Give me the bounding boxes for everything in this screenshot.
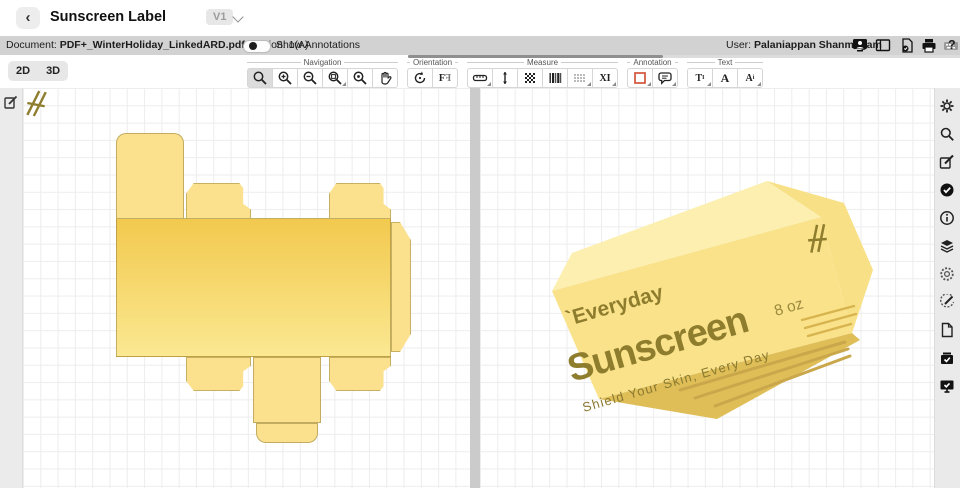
rotate-icon bbox=[414, 71, 426, 84]
dieline-main-band bbox=[116, 218, 391, 357]
show-annotations-label: Show Annotations bbox=[276, 39, 361, 51]
rectangle-annotation-tool[interactable] bbox=[627, 68, 653, 88]
red-rectangle-icon bbox=[634, 72, 646, 84]
render-3d-canvas[interactable]: `Everyday Sunscreen Shield Your Skin, Ev… bbox=[480, 88, 934, 488]
task-approved-icon[interactable] bbox=[939, 350, 955, 366]
braille-dots-icon bbox=[574, 74, 585, 82]
screen-share-icon[interactable] bbox=[852, 38, 868, 53]
group-text: Text TI A Ai bbox=[687, 58, 763, 88]
ruler-measure-tool[interactable] bbox=[467, 68, 493, 88]
zoom-actual-size-tool[interactable] bbox=[347, 68, 373, 88]
dieline-bottom-tuck-c bbox=[256, 423, 318, 443]
ruler-icon bbox=[472, 74, 488, 82]
dieline-2d-canvas[interactable]: 8 oz `Everyday Sunscreen Shield Your Ski… bbox=[23, 88, 470, 488]
zoom-fit-icon bbox=[328, 71, 342, 85]
barcode-measure-tool[interactable] bbox=[542, 68, 568, 88]
edit-annotation-icon[interactable] bbox=[939, 154, 955, 170]
barcode-icon bbox=[549, 73, 562, 83]
monitor-check-icon[interactable] bbox=[939, 378, 955, 394]
info-icon[interactable] bbox=[939, 210, 955, 226]
dieline-glue-flap bbox=[391, 222, 411, 352]
back-button[interactable]: ‹ bbox=[16, 7, 40, 29]
2d-3d-mode-toggle: 2D 3D bbox=[8, 61, 69, 81]
mode-2d-button[interactable]: 2D bbox=[8, 61, 38, 81]
freehand-draw-icon[interactable] bbox=[939, 293, 955, 310]
chevron-down-icon[interactable] bbox=[232, 11, 244, 23]
dither-pattern-icon bbox=[525, 73, 535, 83]
rotate-tool[interactable] bbox=[407, 68, 433, 88]
xi-icon: XI bbox=[599, 72, 611, 84]
right-tool-rail bbox=[934, 88, 960, 488]
document-report-icon[interactable] bbox=[899, 38, 915, 53]
mode-3d-button[interactable]: 3D bbox=[38, 61, 68, 81]
group-annotation: Annotation bbox=[627, 58, 678, 88]
app-header: ‹ Sunscreen Label V1 bbox=[0, 0, 960, 36]
canvas-divider[interactable] bbox=[470, 88, 480, 488]
zoom-in-icon bbox=[278, 71, 292, 85]
caliper-icon bbox=[503, 72, 507, 84]
font-info-tool[interactable]: A bbox=[712, 68, 738, 88]
dieline-bottom-flap-c bbox=[253, 357, 321, 423]
magnifier-icon bbox=[253, 71, 267, 85]
note-balloon-icon bbox=[658, 72, 672, 85]
viewer-toolbar: 2D 3D Navigation Orientation F F Measure… bbox=[0, 58, 960, 89]
document-name: PDF+_WinterHoliday_LinkedARD.pdf bbox=[59, 39, 245, 51]
version-badge[interactable]: V1 bbox=[206, 9, 234, 25]
dieline-top-tuck-b bbox=[186, 183, 251, 219]
screen-ruling-tool[interactable] bbox=[517, 68, 543, 88]
group-navigation: Navigation bbox=[247, 58, 398, 88]
text-measure-tool[interactable]: XI bbox=[592, 68, 618, 88]
help-button[interactable]: ? bbox=[948, 38, 956, 52]
edit-annotation-icon[interactable] bbox=[4, 95, 18, 109]
note-annotation-tool[interactable] bbox=[652, 68, 678, 88]
page-title: Sunscreen Label bbox=[50, 9, 167, 25]
text-select-tool[interactable]: TI bbox=[687, 68, 713, 88]
settings-gear-icon[interactable] bbox=[939, 98, 955, 114]
show-annotations-toggle[interactable] bbox=[243, 40, 271, 53]
left-tool-strip bbox=[0, 88, 23, 488]
mirror-tool[interactable]: F F bbox=[432, 68, 458, 88]
select-zoom-tool[interactable] bbox=[247, 68, 273, 88]
seal-icon[interactable] bbox=[939, 266, 955, 282]
dieline-top-flap bbox=[116, 133, 184, 219]
zoom-actual-icon bbox=[353, 71, 367, 85]
approve-check-icon[interactable] bbox=[939, 182, 955, 198]
layout-panels-icon[interactable] bbox=[875, 38, 891, 53]
print-icon[interactable] bbox=[921, 38, 937, 53]
character-info-tool[interactable]: Ai bbox=[737, 68, 763, 88]
group-orientation: Orientation F F bbox=[407, 58, 458, 88]
dieline-bottom-flap-d bbox=[329, 357, 391, 391]
search-icon[interactable] bbox=[939, 126, 955, 142]
document-bar: Document: PDF+_WinterHoliday_LinkedARD.p… bbox=[0, 36, 960, 55]
brand-logo-glyph bbox=[26, 90, 47, 117]
hand-icon bbox=[381, 71, 392, 85]
zoom-out-tool[interactable] bbox=[297, 68, 323, 88]
zoom-fit-tool[interactable] bbox=[322, 68, 348, 88]
caliper-measure-tool[interactable] bbox=[492, 68, 518, 88]
zoom-out-icon bbox=[303, 71, 317, 85]
document-page-icon[interactable] bbox=[939, 322, 955, 338]
dieline-top-tuck-d bbox=[329, 183, 391, 219]
zoom-in-tool[interactable] bbox=[272, 68, 298, 88]
group-measure: Measure XI bbox=[467, 58, 618, 88]
pan-tool[interactable] bbox=[372, 68, 398, 88]
braille-measure-tool[interactable] bbox=[567, 68, 593, 88]
3d-box-render: `Everyday Sunscreen Shield Your Skin, Ev… bbox=[552, 181, 873, 419]
dieline-bottom-flap-b bbox=[186, 357, 251, 391]
layers-icon[interactable] bbox=[939, 238, 955, 254]
